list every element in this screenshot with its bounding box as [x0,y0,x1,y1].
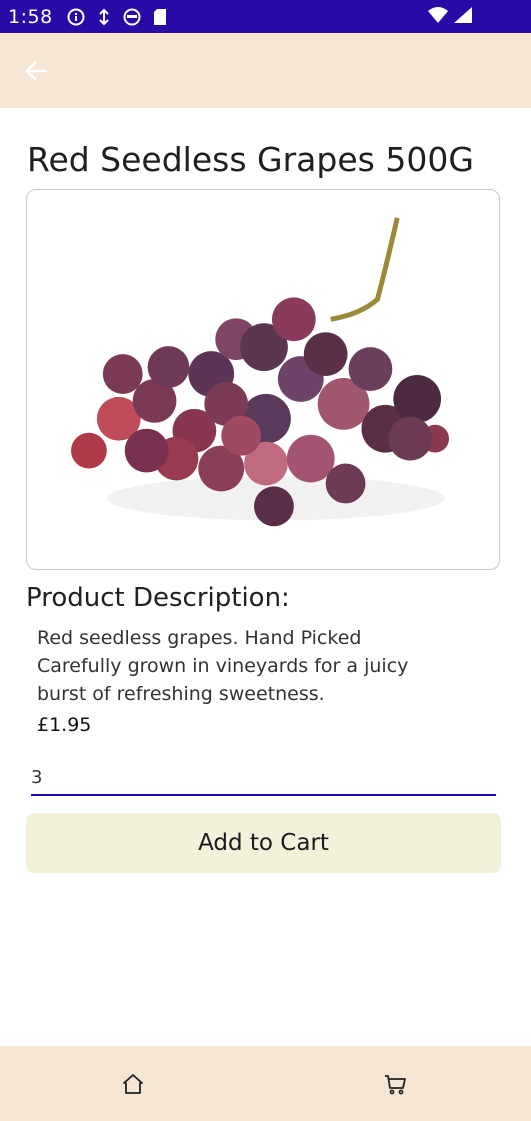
grapes-image [71,217,450,527]
back-arrow-icon[interactable] [20,55,52,87]
quantity-input[interactable] [31,760,496,796]
home-icon[interactable] [120,1071,146,1097]
product-title: Red Seedless Grapes 500G [27,140,474,179]
wifi-icon [428,7,448,23]
description-heading: Product Description: [26,583,290,613]
data-saver-icon [98,8,109,25]
description-line: Carefully grown in vineyards for a juicy [37,655,409,677]
status-time: 1:58 [8,5,53,28]
signal-icon [454,7,472,23]
product-price: £1.95 [37,714,92,736]
product-description: Red seedless grapes. Hand Picked Careful… [37,624,437,708]
face-icon [123,8,141,25]
cart-icon[interactable] [382,1071,408,1097]
info-icon [67,8,85,25]
status-right [427,6,473,24]
status-icons [67,8,167,26]
status-bar: 1:58 [0,0,531,33]
app-bar [0,33,531,108]
add-to-cart-button[interactable]: Add to Cart [26,813,501,873]
product-image [26,189,500,570]
bottom-nav [0,1046,531,1121]
description-line: burst of refreshing sweetness. [37,683,325,705]
description-line: Red seedless grapes. Hand Picked [37,627,362,649]
sd-card-icon [153,8,166,25]
